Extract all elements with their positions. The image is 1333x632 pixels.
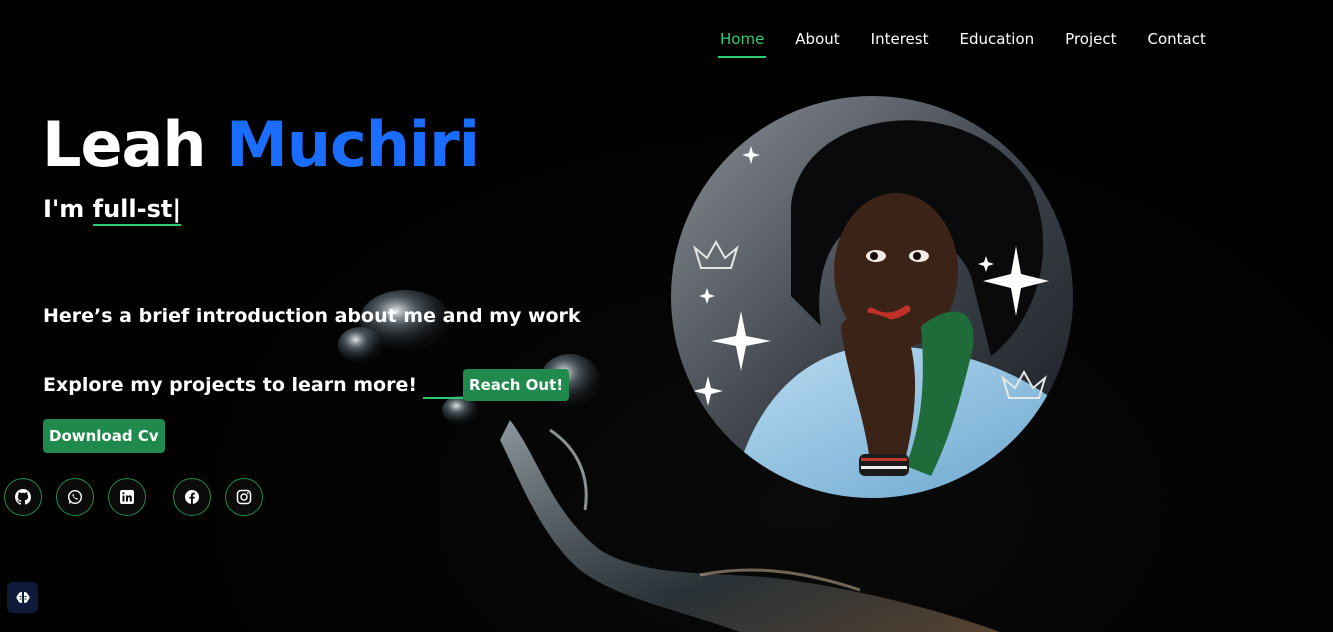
- profile-photo: [671, 96, 1073, 498]
- typed-prefix: I'm: [43, 195, 85, 223]
- nav-contact[interactable]: Contact: [1147, 26, 1205, 58]
- whatsapp-link[interactable]: [56, 478, 94, 516]
- intro-text: Here’s a brief introduction about me and…: [43, 305, 581, 327]
- download-cv-button[interactable]: Download Cv: [43, 419, 165, 453]
- facebook-link[interactable]: [173, 478, 211, 516]
- github-icon: [15, 489, 31, 505]
- explore-text: Explore my projects to learn more!: [43, 374, 418, 396]
- typed-tagline: I'm full-st|: [43, 195, 182, 226]
- instagram-link[interactable]: [225, 478, 263, 516]
- github-link[interactable]: [4, 478, 42, 516]
- first-name: Leah: [42, 108, 207, 181]
- brain-widget-button[interactable]: [7, 582, 38, 613]
- explore-row: Explore my projects to learn more! Reach…: [43, 369, 570, 401]
- profile-photo-image: [671, 96, 1073, 498]
- facebook-icon: [185, 490, 199, 504]
- last-name: Muchiri: [226, 108, 480, 181]
- whatsapp-icon: [67, 489, 83, 505]
- nav-education[interactable]: Education: [959, 26, 1034, 58]
- linkedin-link[interactable]: [108, 478, 146, 516]
- reach-out-button[interactable]: Reach Out!: [463, 369, 570, 401]
- main-nav: Home About Interest Education Project Co…: [717, 26, 1237, 58]
- nav-about[interactable]: About: [795, 26, 839, 58]
- portfolio-page: Home About Interest Education Project Co…: [0, 0, 1333, 632]
- hero-name: Leah Muchiri: [42, 108, 480, 181]
- instagram-icon: [236, 489, 252, 505]
- nav-interest[interactable]: Interest: [871, 26, 929, 58]
- brain-icon: [16, 591, 29, 603]
- nav-project[interactable]: Project: [1065, 26, 1116, 58]
- nav-home[interactable]: Home: [717, 26, 767, 58]
- reach-underline: [423, 397, 464, 399]
- linkedin-icon: [120, 490, 134, 504]
- typed-word: full-st|: [92, 195, 182, 226]
